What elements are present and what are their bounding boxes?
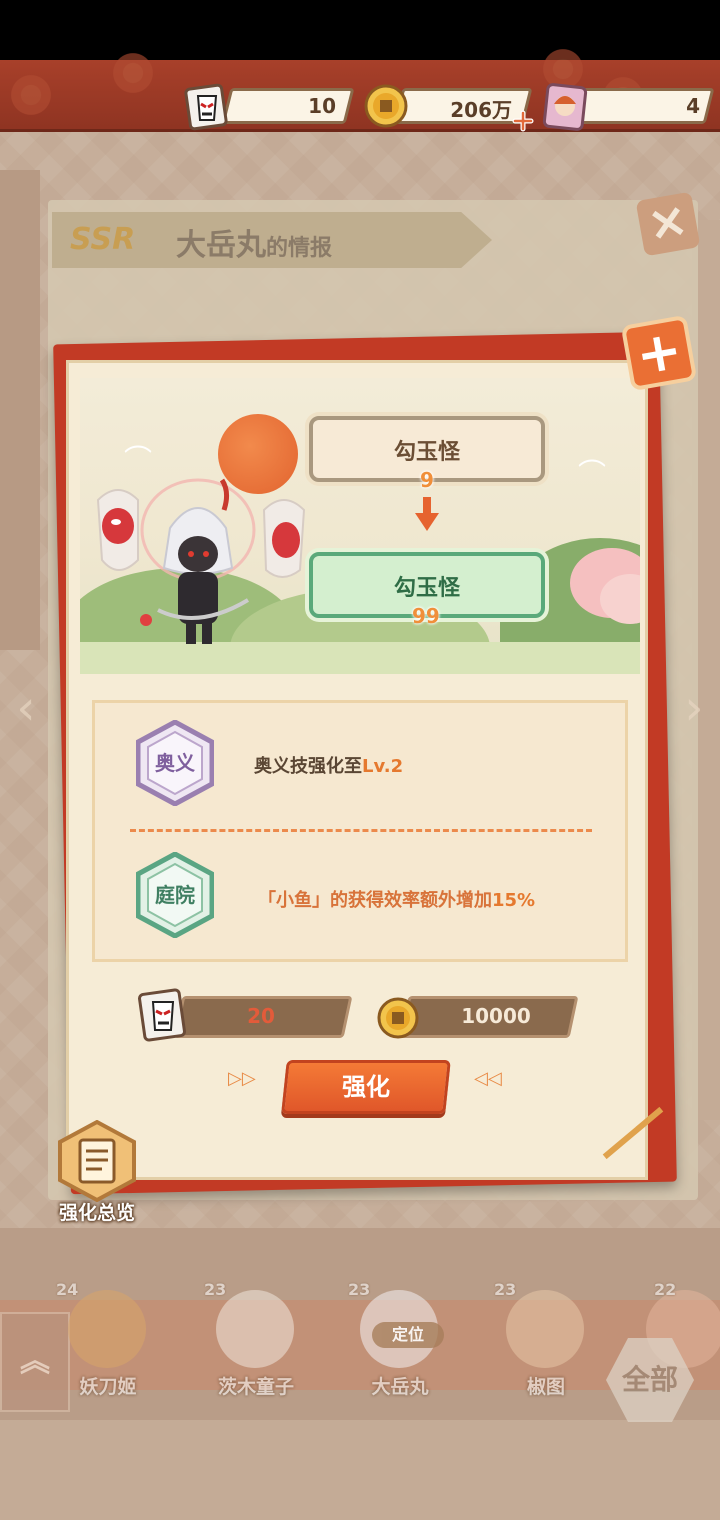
ticket-count: 10 (308, 94, 336, 118)
shikigami-slot[interactable]: 24 妖刀姬 (48, 1260, 168, 1410)
background-shade (0, 170, 40, 650)
shikigami-name: 妖刀姬 (79, 1376, 137, 1398)
close-icon: + (631, 317, 687, 388)
shikigami-level: 24 (56, 1280, 79, 1299)
previous-arrow-icon[interactable]: ‹ (8, 680, 44, 736)
shikigami-slot[interactable]: 23 茨木童子 (196, 1260, 316, 1410)
effect-text-courtyard: 「小鱼」的获得效率额外增加15% (258, 886, 535, 912)
coin-counter[interactable]: 206万 (364, 84, 534, 132)
status-bar (0, 0, 720, 60)
coin-icon (377, 997, 419, 1039)
mask-ticket-icon (184, 83, 228, 131)
shikigami-level: 23 (348, 1280, 371, 1299)
coin-cost-value: 10000 (461, 1004, 531, 1028)
upgrade-overview-label: 强化总览 (58, 1202, 135, 1224)
courtyard-tag: 庭院 (135, 851, 215, 939)
flower-decoration (8, 72, 54, 118)
down-arrow-icon (415, 497, 439, 531)
avatar (216, 1290, 294, 1368)
add-coins-icon[interactable] (512, 110, 534, 132)
coin-cost: 10000 (376, 996, 580, 1039)
overview-document-icon (58, 1120, 136, 1202)
shikigami-level: 23 (204, 1280, 227, 1299)
upgrade-button[interactable]: 强化 (281, 1060, 451, 1114)
effect-text-ougi: 奥义技强化至Lv.2 (254, 752, 403, 778)
background-close-icon: × (635, 191, 701, 257)
ougi-tag-label: 奥义 (155, 751, 195, 775)
ougi-tag: 奥义 (135, 719, 215, 807)
avatar (506, 1290, 584, 1368)
ticket-counter[interactable]: 10 (184, 83, 356, 131)
evolution-to-level: 99 (412, 604, 440, 628)
upgrade-button-label: 强化 (342, 1073, 390, 1101)
shikigami-level: 22 (654, 1280, 677, 1299)
shikigami-slot[interactable]: 23 椒图 (486, 1260, 606, 1410)
info-title-name: 大岳丸 (176, 228, 266, 263)
evolution-from-level: 9 (420, 468, 434, 492)
effect-desc: 奥义技强化至 (254, 756, 362, 777)
mask-ticket-icon (138, 988, 186, 1042)
dashed-divider (130, 829, 592, 832)
shikigami-name: 大岳丸 (371, 1376, 429, 1398)
shikigami-level: 23 (494, 1280, 517, 1299)
effect-desc: 「小鱼」的获得效率额外增加 (258, 890, 492, 911)
decor-triangle-icon: ◁◁ (474, 1068, 502, 1089)
shikigami-name: 茨木童子 (217, 1376, 294, 1398)
info-title: 大岳丸的情报 (176, 220, 332, 264)
upgrade-overview-button[interactable]: 强化总览 (50, 1120, 144, 1224)
coin-icon (364, 84, 408, 128)
ticket-cost-value: 20 (247, 1004, 275, 1028)
avatar (68, 1290, 146, 1368)
close-button[interactable]: + (620, 314, 698, 392)
next-arrow-icon[interactable]: › (676, 680, 712, 736)
portrait-token-icon (542, 83, 588, 131)
token-count: 4 (686, 94, 700, 118)
flower-decoration (110, 50, 156, 96)
rarity-badge: SSR (70, 222, 136, 257)
courtyard-tag-label: 庭院 (155, 883, 195, 907)
locate-label: 定位 (391, 1325, 424, 1344)
ticket-cost: 20 (136, 988, 354, 1042)
coin-count: 206万 (450, 98, 512, 122)
decor-triangle-icon: ▷▷ (228, 1068, 256, 1089)
info-title-suffix: 的情报 (266, 236, 333, 261)
effect-highlight: Lv.2 (362, 756, 404, 777)
shikigami-character-illustration (96, 478, 306, 644)
bird-icon: ⌒ (578, 457, 607, 490)
effect-highlight: 15% (492, 890, 536, 911)
shikigami-name: 椒图 (526, 1376, 565, 1398)
bottom-strip (0, 1420, 720, 1520)
locate-button[interactable]: 定位 (372, 1322, 444, 1348)
token-counter[interactable]: 4 (540, 83, 716, 131)
